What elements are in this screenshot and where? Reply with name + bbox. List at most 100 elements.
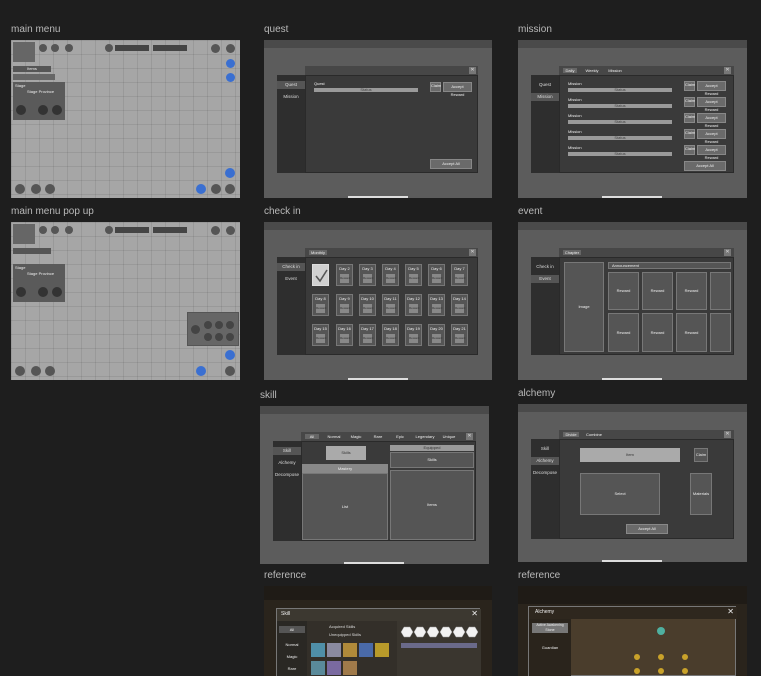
main-menu-frame[interactable]: Items Stage Stage Province [11,40,240,198]
menu-icon[interactable] [39,44,47,52]
reward-cell[interactable] [710,313,731,352]
bottom-menu-icon[interactable] [15,366,25,376]
avatar[interactable] [13,42,35,62]
select-box[interactable]: Select [580,473,660,515]
tab-epic[interactable]: Epic [391,434,409,439]
day-cell[interactable]: Day 16 Reward [336,324,353,346]
tab-normal[interactable]: Normal [325,434,343,439]
tab-weekly[interactable]: Weekly [583,68,601,73]
auto-icon[interactable] [196,366,206,376]
skill-frame[interactable]: Skill Alchemy Decompose All Normal Magic… [260,406,489,564]
claim-button[interactable]: Claim [430,82,441,92]
menu-icon[interactable] [51,44,59,52]
slot-row[interactable] [13,74,55,80]
tab-divide[interactable]: Divide [563,432,579,437]
day-cell[interactable]: Day 14 Reward [451,294,468,316]
tab-alchemy[interactable]: Alchemy [531,457,559,465]
day-cell[interactable]: Day 6 Reward [428,264,445,286]
skill-icon[interactable] [311,661,325,675]
day-cell[interactable]: Day 9 Reward [336,294,353,316]
menu-icon[interactable] [226,44,235,53]
day-cell[interactable]: Day 18 Reward [382,324,399,346]
day-cell[interactable]: Day 17 Reward [359,324,376,346]
skill-icon[interactable] [359,643,373,657]
tab-legendary[interactable]: Legendary [413,434,437,439]
tab-skill[interactable]: Skill [531,445,559,453]
stage-button[interactable] [52,287,62,297]
menu-icon[interactable] [39,226,47,234]
skill-icon[interactable] [327,661,341,675]
close-icon[interactable]: ✕ [724,67,731,74]
stage-button[interactable] [52,105,62,115]
stage-button[interactable] [38,105,48,115]
bottom-menu-icon[interactable] [225,184,235,194]
reward-cell[interactable]: Reward [676,313,707,352]
materials-box[interactable]: Materials [690,473,712,515]
accept-reward-button[interactable]: Accept Reward [697,113,726,128]
items-panel[interactable]: Items [390,470,474,540]
avatar[interactable] [13,224,35,244]
bottom-menu-icon[interactable] [31,366,41,376]
alchemy-frame[interactable]: Skill Alchemy Decompose Divide Combine ✕… [518,404,747,562]
close-icon[interactable]: ✕ [469,249,476,256]
popup-slot[interactable] [226,333,234,341]
popup-slot[interactable] [204,333,212,341]
ref-tab-awakening-stone[interactable]: Active Awakening Stone [532,623,568,633]
skills-box[interactable]: Skills [326,446,366,460]
check-in-frame[interactable]: Check in Event Monthly ✕ Day 2 Reward Day… [264,222,492,380]
day-cell[interactable]: Day 2 Reward [336,264,353,286]
accept-all-button[interactable]: Accept All [430,159,472,169]
blue-action-icon[interactable] [225,168,235,178]
auto-icon[interactable] [196,184,206,194]
popup-slot[interactable] [215,333,223,341]
day-cell[interactable]: Day 7 Reward [451,264,468,286]
tab-check-in[interactable]: Check in [531,263,559,271]
item-box[interactable]: Item [580,448,680,462]
stage-panel[interactable]: Stage Stage Province [13,264,65,302]
day-cell[interactable]: Day 13 Reward [428,294,445,316]
tab-daily[interactable]: Daily [563,68,577,73]
reward-cell[interactable] [710,272,731,310]
ref-tab-magic[interactable]: Magic [279,653,305,660]
tab-quest[interactable]: Quest [531,81,559,89]
stage-button[interactable] [16,287,26,297]
tab-check-in[interactable]: Check in [277,263,305,271]
claim-button[interactable]: Claim [684,97,695,107]
popup-slot[interactable] [204,321,212,329]
day-cell[interactable]: Day 20 Reward [428,324,445,346]
stage-button[interactable] [16,105,26,115]
day-cell[interactable]: Day 19 Reward [405,324,422,346]
tab-event[interactable]: Event [531,275,559,283]
ref-tab-rare[interactable]: Rare [279,665,305,672]
day-cell[interactable]: Day 11 Reward [382,294,399,316]
day-cell[interactable]: Day 21 Reward [451,324,468,346]
settings-icon[interactable] [211,44,220,53]
main-menu-popup-frame[interactable]: Stage Stage Province [11,222,240,380]
day-cell[interactable]: Day 15 Reward [312,324,329,346]
accept-all-button[interactable]: Accept All [626,524,668,534]
tab-all[interactable]: All [305,434,319,439]
day-cell[interactable]: Day 5 Reward [405,264,422,286]
skill-icon[interactable] [375,643,389,657]
bottom-menu-icon[interactable] [31,184,41,194]
popup-slot[interactable] [226,321,234,329]
mastery-bar[interactable]: Mastery [302,464,388,473]
close-icon[interactable]: ✕ [724,431,731,438]
quest-frame[interactable]: Quest Mission ✕ Quest Status Claim Accep… [264,40,492,198]
tab-mission-top[interactable]: Mission [605,68,625,73]
menu-icon[interactable] [226,226,235,235]
day-cell[interactable]: Day 3 Reward [359,264,376,286]
ref-tab-all[interactable]: All [279,626,305,633]
bottom-menu-icon[interactable] [45,184,55,194]
skill-icon[interactable] [343,643,357,657]
claim-button[interactable]: Claim [684,81,695,91]
tab-mission[interactable]: Mission [531,93,559,101]
claim-button[interactable]: Claim [694,448,708,462]
ref-tab-normal[interactable]: Normal [279,641,305,648]
reward-cell[interactable]: Reward [608,313,639,352]
reward-cell[interactable]: Reward [676,272,707,310]
popup-panel[interactable] [187,312,239,346]
skills-equipped[interactable]: Skills [390,452,474,468]
day-cell[interactable]: Day 12 Reward [405,294,422,316]
close-icon[interactable]: ✕ [727,608,734,616]
